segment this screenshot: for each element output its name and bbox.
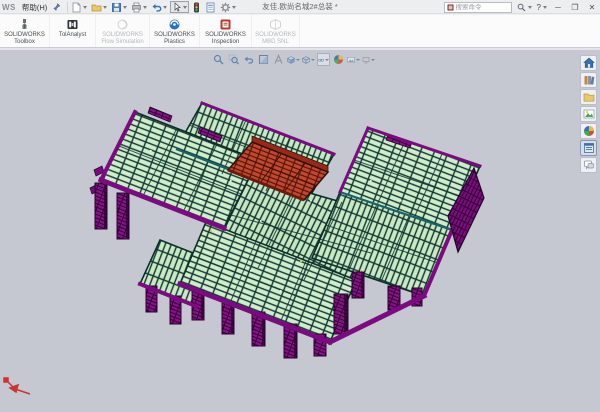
tab-tolanalyst[interactable]: TolAnalyst [50, 15, 96, 47]
hide-show-items-icon[interactable] [317, 53, 330, 66]
options-button[interactable] [219, 1, 237, 13]
select-button[interactable] [170, 1, 189, 13]
new-file-button[interactable] [70, 1, 88, 13]
solidworks-window: WS 帮助(H) [0, 0, 600, 412]
file-properties-button[interactable] [204, 1, 217, 13]
minimize-button[interactable]: ─ [552, 3, 564, 12]
options-gear-icon [220, 2, 231, 13]
view-settings-icon[interactable] [362, 53, 375, 66]
inspection-icon [200, 16, 251, 31]
traffic-light-icon [192, 2, 201, 13]
view-palette-icon[interactable] [580, 106, 597, 122]
previous-view-icon[interactable] [242, 53, 255, 66]
solidworks-forum-icon[interactable] [580, 157, 597, 173]
zoom-to-area-icon[interactable] [227, 53, 240, 66]
command-manager-tabs: SOLIDWORKS Toolbox TolAnalyst SOLIDWORKS… [0, 15, 600, 48]
flow-simulation-icon [96, 16, 149, 31]
tolanalyst-icon [50, 16, 95, 31]
section-view-icon[interactable] [257, 53, 270, 66]
file-properties-icon [205, 2, 216, 13]
origin-triad [4, 378, 30, 394]
file-explorer-icon[interactable] [580, 89, 597, 105]
tab-solidworks-inspection[interactable]: SOLIDWORKS Inspection [200, 15, 252, 47]
rebuild-button[interactable] [191, 1, 202, 13]
display-style-icon[interactable] [302, 53, 315, 66]
zoom-to-fit-icon[interactable] [212, 53, 225, 66]
design-library-icon[interactable] [580, 72, 597, 88]
new-file-icon [71, 2, 82, 13]
toolbox-icon [0, 16, 49, 31]
appearances-scenes-icon[interactable] [580, 123, 597, 139]
solidworks-search-icon [447, 4, 454, 11]
edit-appearance-icon[interactable] [332, 53, 345, 66]
magnifier-icon [517, 3, 526, 12]
close-button[interactable]: ✕ [586, 3, 598, 12]
solidworks-logo-partial: WS [2, 3, 16, 12]
pin-icon[interactable] [53, 0, 61, 16]
heads-up-toolbar [212, 53, 375, 66]
apply-scene-icon[interactable] [347, 53, 360, 66]
custom-properties-icon[interactable] [580, 140, 597, 156]
open-icon [91, 2, 102, 13]
quick-access-toolbar [70, 1, 237, 13]
undo-icon [151, 2, 162, 13]
search-input[interactable] [456, 4, 508, 11]
print-button[interactable] [130, 1, 148, 13]
help-label: ? [537, 3, 541, 12]
solidworks-resources-home-icon[interactable] [580, 55, 597, 71]
restore-button[interactable]: ❐ [569, 3, 581, 12]
tab-solidworks-mbd-snl[interactable]: SOLIDWORKS MBD SNL [252, 15, 300, 47]
graphics-viewport[interactable] [0, 50, 600, 412]
annotation-views-icon[interactable] [272, 53, 285, 66]
save-icon [111, 2, 122, 13]
tab-solidworks-plastics[interactable]: SOLIDWORKS Plastics [150, 15, 200, 47]
divider [67, 2, 68, 13]
title-bar: WS 帮助(H) [0, 0, 600, 14]
select-cursor-icon [172, 2, 182, 12]
save-button[interactable] [110, 1, 128, 13]
tab-solidworks-flow-simulation[interactable]: SOLIDWORKS Flow Simulation [96, 15, 150, 47]
menu-help[interactable]: 帮助(H) [20, 2, 49, 13]
task-pane-strip [580, 55, 599, 173]
3d-model-formwork-assembly[interactable] [0, 50, 600, 412]
view-orientation-icon[interactable] [287, 53, 300, 66]
search-box[interactable] [444, 2, 512, 13]
help-button[interactable]: ? [537, 3, 547, 12]
mbd-snl-icon [252, 16, 299, 31]
open-button[interactable] [90, 1, 108, 13]
slab-panels [101, 103, 480, 342]
plastics-icon [150, 16, 199, 31]
undo-button[interactable] [150, 1, 168, 13]
print-icon [131, 2, 142, 13]
search-dropdown-button[interactable] [517, 3, 532, 12]
tab-solidworks-toolbox[interactable]: SOLIDWORKS Toolbox [0, 15, 50, 47]
